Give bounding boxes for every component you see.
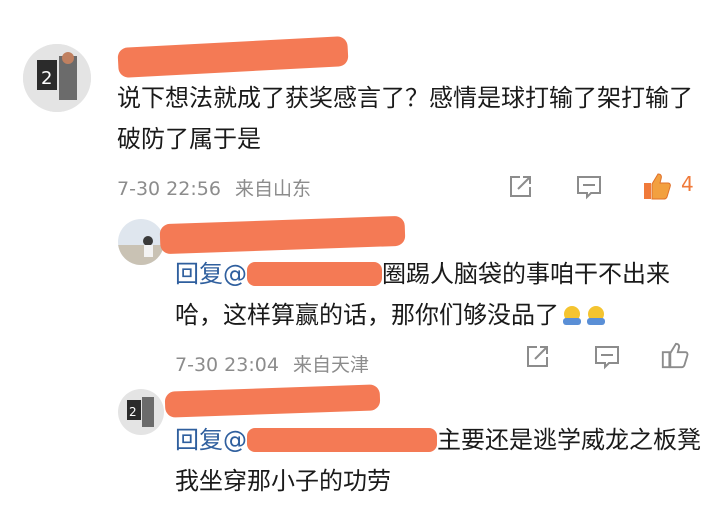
- redacted-username: [117, 36, 349, 78]
- reply-text: 回复@ 主要还是逃学威龙之板凳我坐穿那小子的功劳: [175, 420, 710, 502]
- comment-time: 7-30 22:56: [117, 178, 221, 200]
- reply-prefix: 回复@: [175, 260, 247, 288]
- like-count: 4: [681, 172, 694, 196]
- reply-text: 回复@ 圈踢人脑袋的事咱干不出来哈，这样算赢的话，那你们够没品了: [175, 254, 710, 336]
- like-icon[interactable]: [660, 340, 690, 370]
- salute-emoji: [563, 306, 581, 325]
- redacted-username: [164, 384, 381, 418]
- avatar[interactable]: 2: [23, 44, 91, 112]
- comment-icon[interactable]: [575, 174, 603, 200]
- reply-prefix: 回复@: [175, 426, 247, 454]
- svg-text:2: 2: [129, 405, 137, 419]
- share-icon[interactable]: [524, 344, 550, 370]
- salute-emoji: [587, 306, 605, 325]
- reply-time: 7-30 23:04: [175, 354, 279, 376]
- comment-location: 来自山东: [234, 178, 311, 200]
- like-icon[interactable]: [641, 170, 673, 202]
- share-icon[interactable]: [507, 174, 533, 200]
- redacted-mention: [247, 262, 382, 286]
- reply-meta: 7-30 23:04 来自天津: [175, 350, 369, 377]
- avatar-image: 2: [118, 389, 164, 435]
- redacted-mention: [247, 428, 437, 452]
- redacted-username: [159, 215, 406, 255]
- avatar[interactable]: 2: [118, 389, 164, 435]
- comment-meta: 7-30 22:56 来自山东: [117, 174, 311, 201]
- reply-location: 来自天津: [292, 354, 369, 376]
- comment-text: 说下想法就成了获奖感言了？感情是球打输了架打输了破防了属于是: [117, 84, 693, 153]
- avatar-image: [118, 219, 164, 265]
- svg-text:2: 2: [41, 68, 52, 89]
- avatar-image: 2: [23, 44, 91, 112]
- comment-icon[interactable]: [593, 344, 621, 370]
- avatar[interactable]: [118, 219, 164, 265]
